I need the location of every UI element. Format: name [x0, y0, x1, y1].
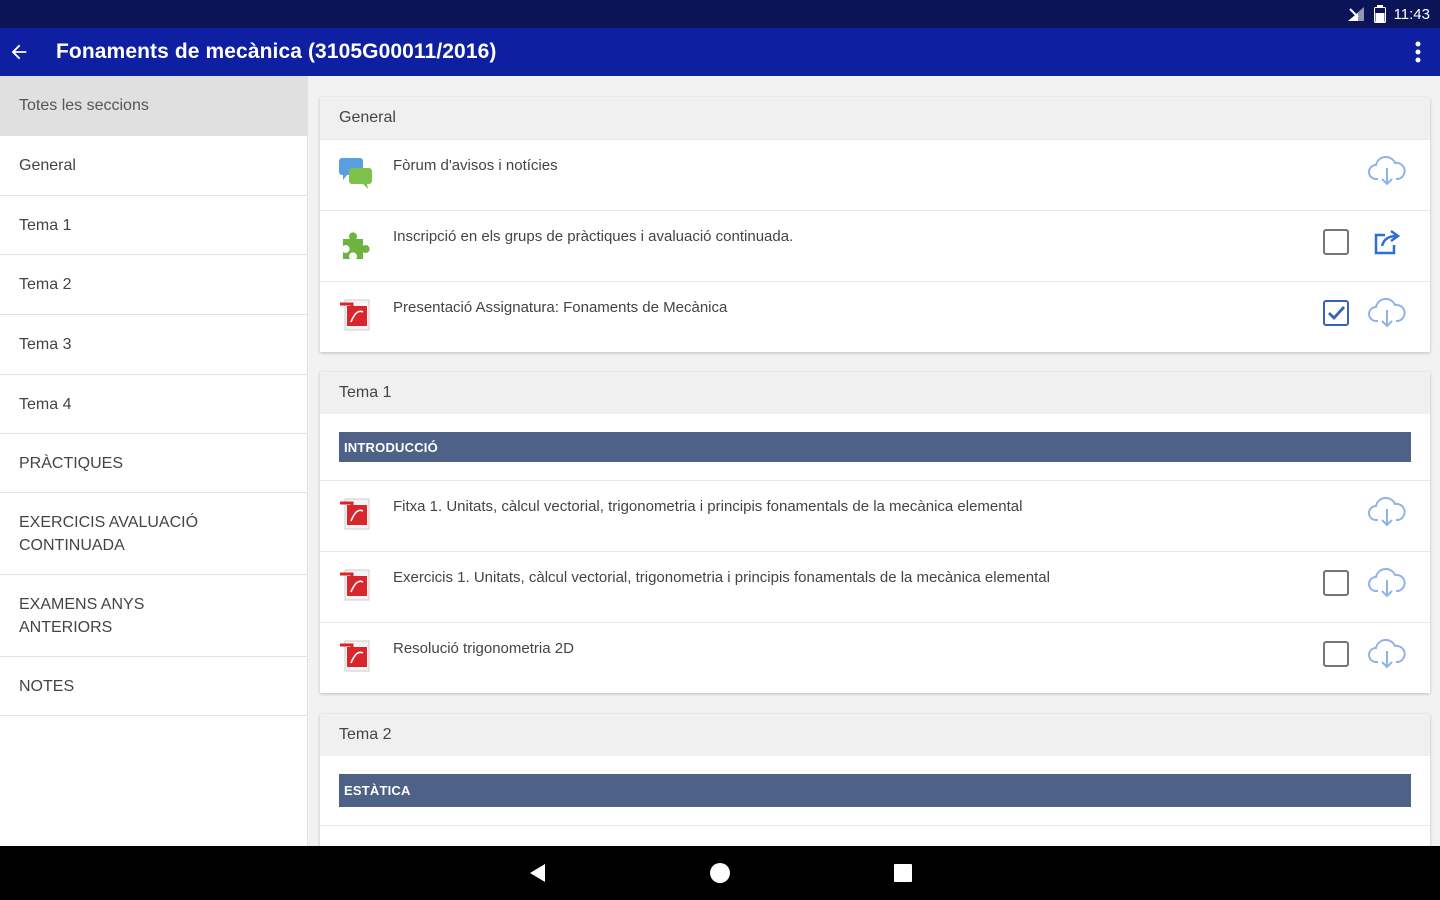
item-title: Fòrum d'avisos i notícies — [393, 157, 558, 174]
sidebar-item-tema-1[interactable]: Tema 1 — [0, 196, 307, 255]
sidebar-item-practiques[interactable]: PRÀCTIQUES — [0, 434, 307, 493]
list-item[interactable]: Fitxa 1. Unitats, càlcul vectorial, trig… — [320, 480, 1430, 551]
sidebar-item-label: PRÀCTIQUES — [19, 454, 124, 472]
system-nav-bar — [0, 846, 1440, 900]
battery-icon — [1373, 5, 1386, 23]
page-title: Fonaments de mecànica (3105G00011/2016) — [56, 40, 497, 63]
sidebar-item-label: General — [19, 157, 76, 174]
cloud-download-icon[interactable] — [1368, 294, 1406, 332]
section-card-general: General Fòrum d'avisos i notícies Inscri… — [320, 97, 1430, 352]
sidebar-item-tema-3[interactable]: Tema 3 — [0, 315, 307, 375]
section-title: General — [320, 97, 1430, 139]
app-bar: Fonaments de mecànica (3105G00011/2016) — [0, 28, 1440, 76]
list-item[interactable]: Resolució trigonometria 2D — [320, 622, 1430, 693]
divider — [320, 825, 1430, 826]
item-title: Inscripció en els grups de pràctiques i … — [393, 228, 794, 245]
completion-checkbox[interactable] — [1323, 229, 1349, 255]
section-label: ESTÀTICA — [339, 774, 1411, 807]
signal-icon — [1346, 6, 1366, 22]
more-vert-icon[interactable] — [1404, 28, 1432, 76]
list-item[interactable]: Presentació Assignatura: Fonaments de Me… — [320, 281, 1430, 352]
cloud-download-icon[interactable] — [1368, 493, 1406, 531]
cloud-download-icon[interactable] — [1368, 152, 1406, 190]
list-item[interactable]: Inscripció en els grups de pràctiques i … — [320, 210, 1430, 281]
sidebar-item-label: Tema 2 — [19, 276, 72, 293]
pdf-icon — [337, 637, 375, 675]
puzzle-icon — [337, 225, 375, 263]
section-card-tema-1: Tema 1 INTRODUCCIÓ Fitxa 1. Unitats, càl… — [320, 372, 1430, 693]
nav-home-icon[interactable] — [708, 861, 732, 885]
pdf-icon — [337, 495, 375, 533]
cloud-download-icon[interactable] — [1368, 635, 1406, 673]
sidebar-item-label: Tema 3 — [19, 336, 72, 353]
open-external-icon[interactable] — [1368, 223, 1406, 261]
status-time: 11:43 — [1393, 5, 1430, 23]
sidebar-item-exercicis[interactable]: EXERCICIS AVALUACIÓ CONTINUADA — [0, 493, 307, 575]
back-arrow-icon[interactable] — [0, 28, 38, 76]
section-label: INTRODUCCIÓ — [339, 432, 1411, 462]
sidebar-item-general[interactable]: General — [0, 136, 307, 196]
item-title: Exercicis 1. Unitats, càlcul vectorial, … — [393, 569, 1050, 586]
nav-recents-icon[interactable] — [891, 861, 915, 885]
sidebar-item-label: Tema 1 — [19, 216, 72, 234]
sidebar-item-all-sections[interactable]: Totes les seccions — [0, 76, 307, 136]
completion-checkbox[interactable] — [1323, 300, 1349, 326]
list-item[interactable]: Exercicis 1. Unitats, càlcul vectorial, … — [320, 551, 1430, 622]
sidebar-item-label: Totes les seccions — [19, 97, 149, 114]
item-title: Resolució trigonometria 2D — [393, 640, 574, 657]
section-card-tema-2: Tema 2 ESTÀTICA — [320, 714, 1430, 846]
nav-back-icon[interactable] — [527, 861, 551, 885]
sidebar-item-label: EXERCICIS AVALUACIÓ CONTINUADA — [19, 513, 199, 554]
item-title: Fitxa 1. Unitats, càlcul vectorial, trig… — [393, 498, 1023, 515]
pdf-icon — [337, 296, 375, 334]
status-bar: 11:43 — [0, 0, 1440, 28]
section-title: Tema 2 — [320, 714, 1430, 756]
sections-content: General Fòrum d'avisos i notícies Inscri… — [308, 76, 1440, 846]
section-title: Tema 1 — [320, 372, 1430, 414]
sections-sidebar: Totes les seccions General Tema 1 Tema 2… — [0, 76, 308, 846]
pdf-icon — [337, 566, 375, 604]
forum-icon — [337, 154, 375, 192]
completion-checkbox[interactable] — [1323, 641, 1349, 667]
sidebar-item-notes[interactable]: NOTES — [0, 657, 307, 716]
completion-checkbox[interactable] — [1323, 570, 1349, 596]
sidebar-item-label: EXAMENS ANYS ANTERIORS — [19, 595, 145, 636]
item-title: Presentació Assignatura: Fonaments de Me… — [393, 299, 728, 316]
sidebar-item-label: Tema 4 — [19, 395, 72, 413]
sidebar-item-label: NOTES — [19, 677, 75, 695]
sidebar-item-tema-2[interactable]: Tema 2 — [0, 255, 307, 315]
list-item[interactable]: Fòrum d'avisos i notícies — [320, 139, 1430, 210]
sidebar-item-examens[interactable]: EXAMENS ANYS ANTERIORS — [0, 575, 307, 657]
cloud-download-icon[interactable] — [1368, 564, 1406, 602]
sidebar-item-tema-4[interactable]: Tema 4 — [0, 375, 307, 434]
